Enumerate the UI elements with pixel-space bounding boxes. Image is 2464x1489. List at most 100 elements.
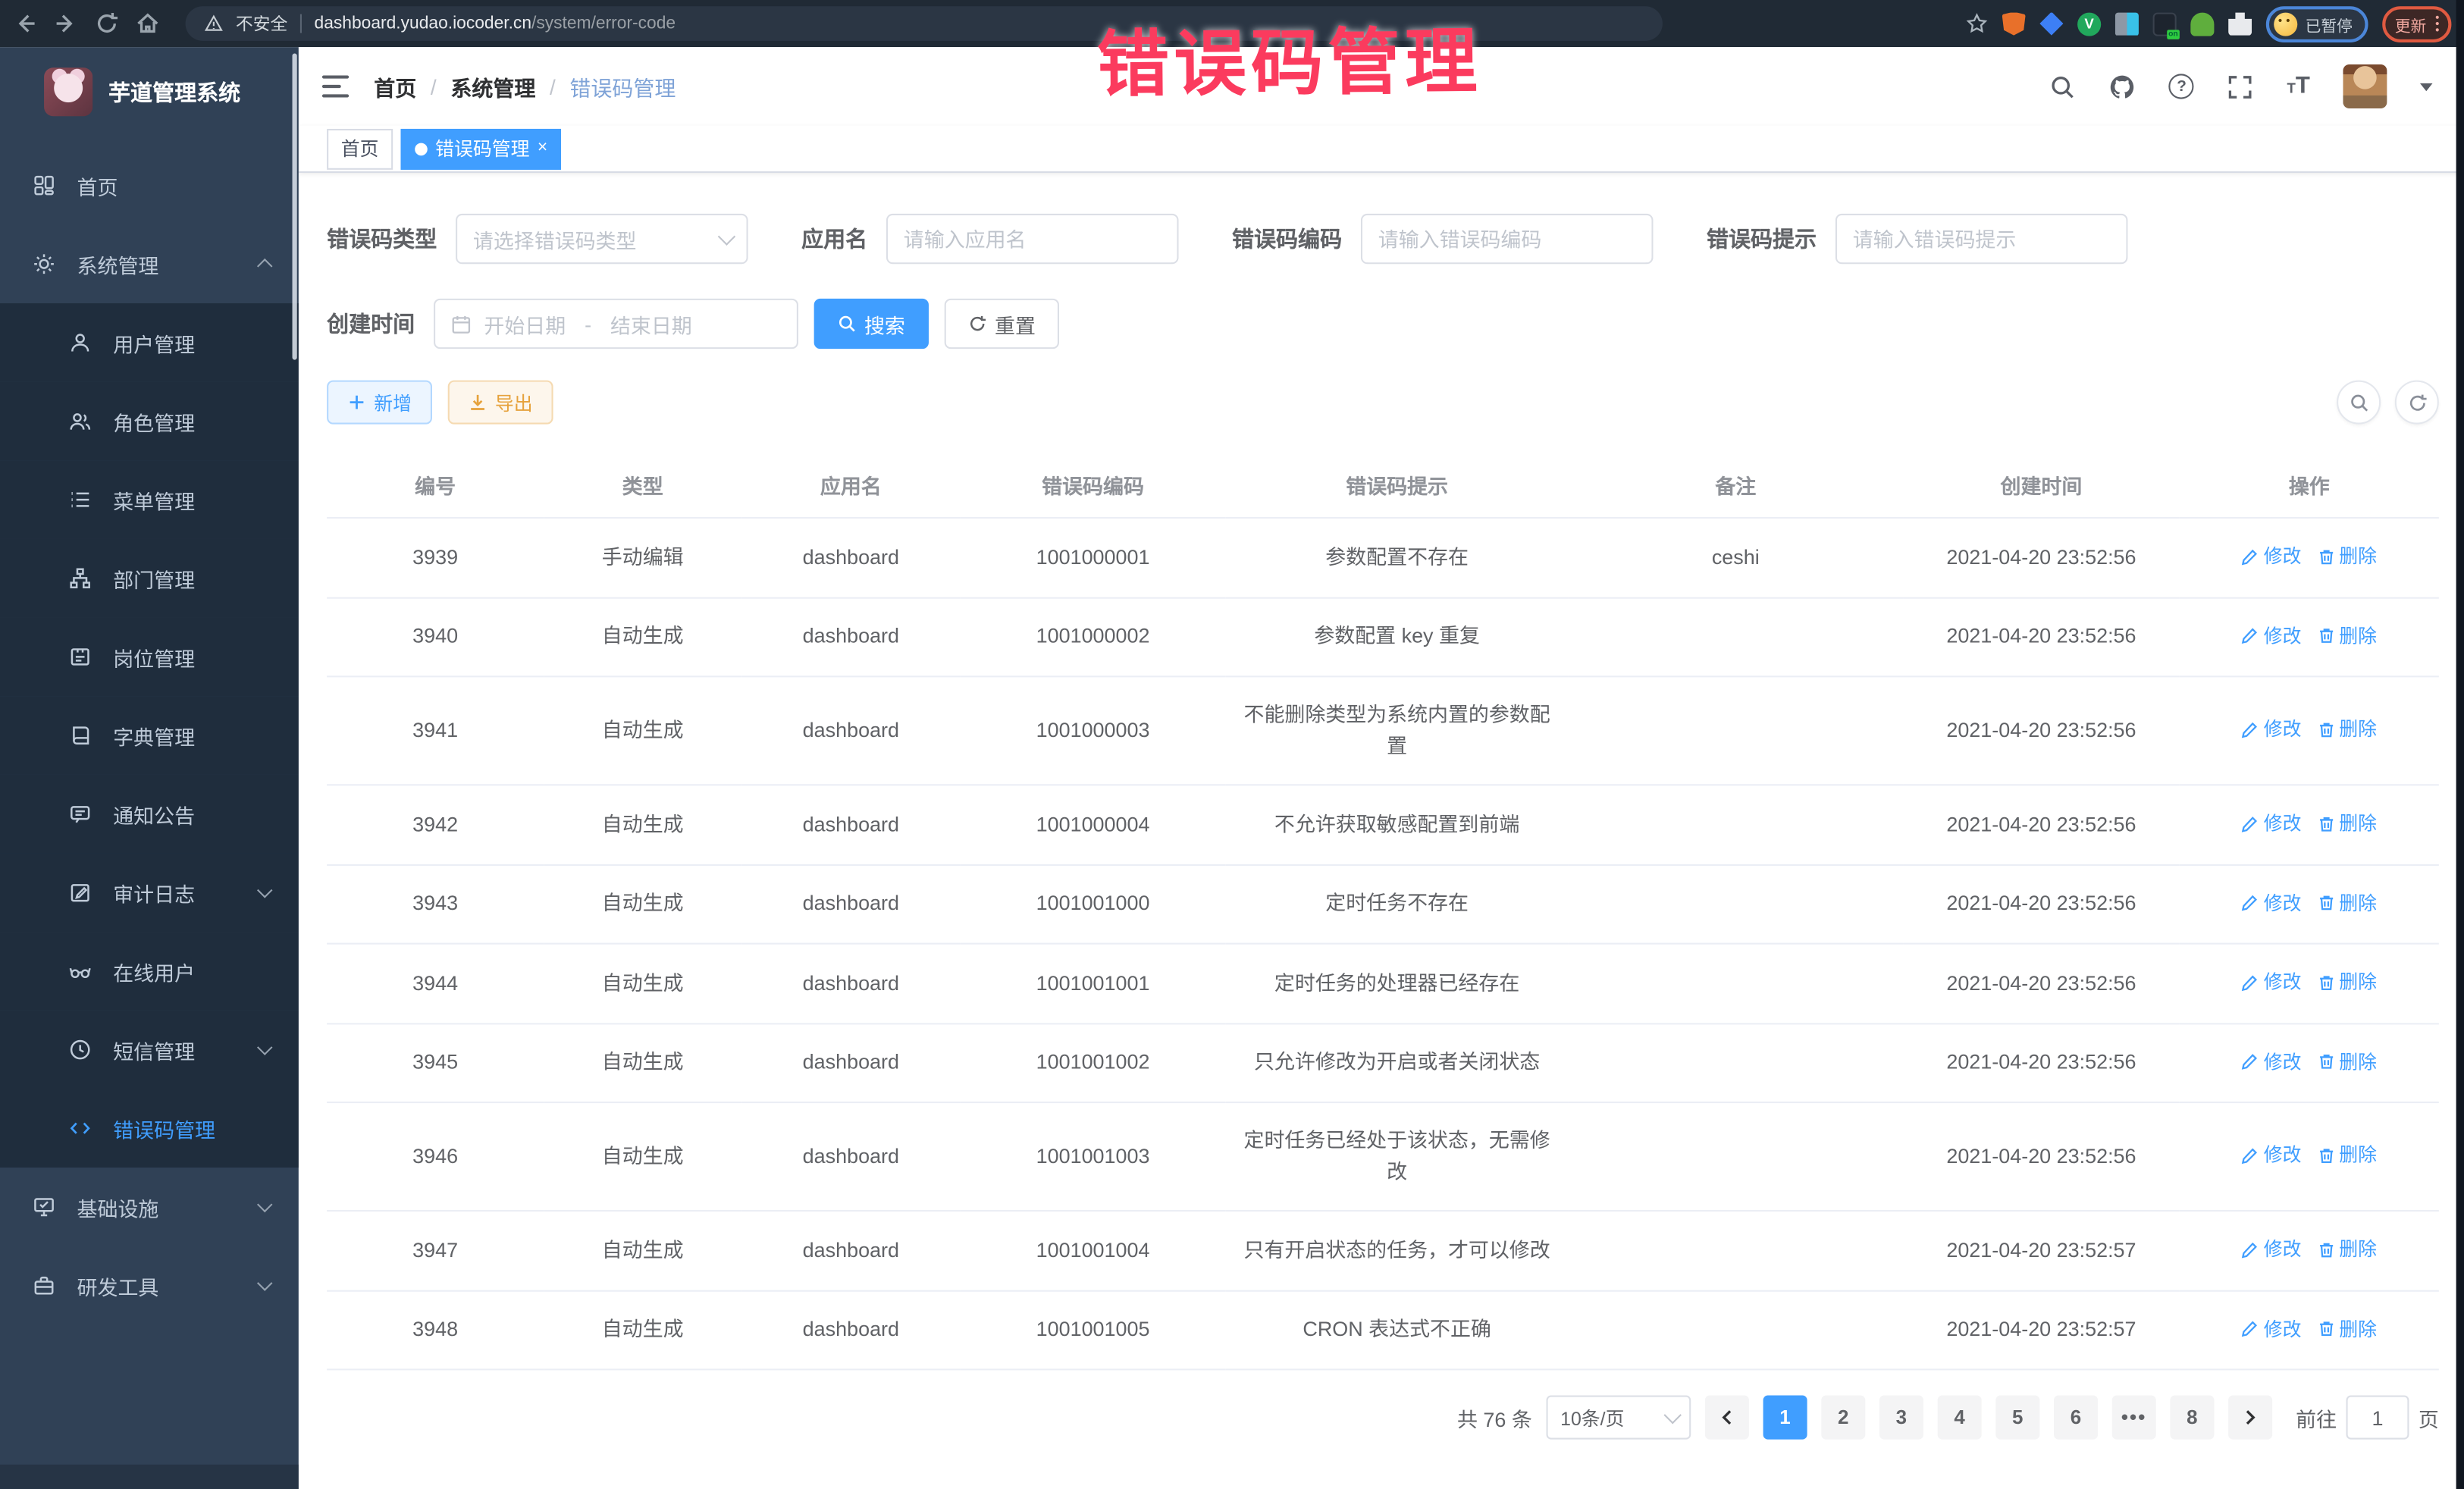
edit-link[interactable]: 修改 [2242,541,2302,572]
page-size-select[interactable]: 10条/页 [1546,1396,1691,1440]
sidebar-item-menu-management[interactable]: 菜单管理 [0,460,299,539]
delete-link[interactable]: 删除 [2317,1045,2377,1077]
page-button-3[interactable]: 3 [1879,1396,1923,1440]
sidebar-item-audit-log[interactable]: 审计日志 [0,853,299,932]
tab-home[interactable]: 首页 [327,128,393,169]
reset-button[interactable]: 重置 [945,299,1059,349]
sidebar-item-infrastructure[interactable]: 基础设施 [0,1168,299,1246]
extension-grid-icon[interactable] [2115,12,2139,36]
avatar-caret-icon[interactable] [2420,83,2433,90]
row-hint: 不能删除类型为系统内置的参数配置 [1226,676,1569,785]
add-button[interactable]: 新增 [327,381,432,425]
forward-icon[interactable] [53,11,78,36]
delete-link[interactable]: 删除 [2317,967,2377,998]
back-icon[interactable] [13,11,38,36]
refresh-table-button[interactable] [2395,381,2439,425]
browser-menu-kebab-icon[interactable] [2436,16,2439,32]
delete-link[interactable]: 删除 [2317,807,2377,839]
more-pages-button[interactable]: ••• [2112,1396,2156,1440]
row-time: 2021-04-20 23:52:56 [1903,1102,2180,1211]
filter-row-2: 创建时间 开始日期 - 结束日期 搜索 重置 [327,299,2439,349]
page-button-4[interactable]: 4 [1938,1396,1982,1440]
delete-link[interactable]: 删除 [2317,1234,2377,1265]
create-time-range-picker[interactable]: 开始日期 - 结束日期 [434,299,798,349]
extension-key-icon[interactable] [2190,12,2214,36]
goto-page-input[interactable] [2346,1396,2409,1440]
page-button-5[interactable]: 5 [1995,1396,2039,1440]
sidebar-item-home[interactable]: 首页 [0,146,299,225]
page-button-8[interactable]: 8 [2170,1396,2214,1440]
edit-link[interactable]: 修改 [2242,1234,2302,1265]
delete-link[interactable]: 删除 [2317,887,2377,918]
edit-link[interactable]: 修改 [2242,620,2302,651]
edit-link[interactable]: 修改 [2242,807,2302,839]
extension-tab-manager-icon[interactable]: on [2153,12,2177,36]
delete-link[interactable]: 删除 [2317,541,2377,572]
address-bar[interactable]: 不安全 dashboard.yudao.iocoder.cn/system/er… [186,6,1663,41]
page-url[interactable]: dashboard.yudao.iocoder.cn/system/error-… [315,14,676,33]
row-remark [1569,785,1903,864]
sidebar-item-dev-tools[interactable]: 研发工具 [0,1246,299,1325]
error-type-select[interactable]: 请选择错误码类型 [456,214,748,264]
extension-shield-icon[interactable] [2002,12,2026,36]
sidebar-item-notice-announcement[interactable]: 通知公告 [0,775,299,854]
toggle-search-button[interactable] [2337,381,2381,425]
sidebar-item-user-management[interactable]: 用户管理 [0,303,299,382]
user-avatar[interactable] [2343,64,2387,108]
edit-link[interactable]: 修改 [2242,1139,2302,1171]
page-button-1[interactable]: 1 [1763,1396,1807,1440]
edit-link[interactable]: 修改 [2242,1313,2302,1344]
page-button-6[interactable]: 6 [2054,1396,2098,1440]
delete-link[interactable]: 删除 [2317,620,2377,651]
chevron-down-icon [718,227,735,245]
extension-vue-devtools-icon[interactable]: V [2077,12,2101,36]
error-code-input[interactable] [1362,215,1651,262]
edit-link[interactable]: 修改 [2242,714,2302,745]
sidebar-item-sms-management[interactable]: 短信管理 [0,1011,299,1089]
bookmark-star-icon[interactable] [1966,13,1988,35]
browser-profile-chip[interactable]: 已暂停 [2266,5,2368,42]
delete-link[interactable]: 删除 [2317,714,2377,745]
tab-close-icon[interactable]: × [538,139,547,157]
dictionary-icon [69,725,91,747]
app-logo-row[interactable]: 芋道管理系统 [0,47,299,136]
next-page-button[interactable] [2228,1396,2272,1440]
sidebar-item-department-management[interactable]: 部门管理 [0,539,299,618]
extension-gem-icon[interactable] [2039,12,2063,36]
row-app: dashboard [741,1023,960,1102]
breadcrumb-home[interactable]: 首页 [374,71,416,102]
prev-page-button[interactable] [1705,1396,1749,1440]
fullscreen-icon[interactable] [2227,73,2254,99]
sidebar-item-role-management[interactable]: 角色管理 [0,382,299,461]
home-icon[interactable] [135,11,160,36]
export-button[interactable]: 导出 [448,381,553,425]
sidebar-item-online-users[interactable]: 在线用户 [0,932,299,1011]
row-actions: 修改删除 [2180,864,2439,944]
breadcrumb-system-management[interactable]: 系统管理 [450,71,535,102]
delete-link[interactable]: 删除 [2317,1313,2377,1344]
edit-link[interactable]: 修改 [2242,1045,2302,1077]
github-icon[interactable] [2109,73,2136,99]
header-search-icon[interactable] [2049,73,2076,99]
sidebar-item-post-management[interactable]: 岗位管理 [0,618,299,697]
page-button-2[interactable]: 2 [1821,1396,1865,1440]
app-name-input[interactable] [888,215,1177,262]
font-size-icon[interactable]: TT [2287,74,2309,99]
reload-icon[interactable] [94,11,119,36]
help-icon[interactable]: ? [2169,74,2194,99]
pencil-icon [2242,547,2259,565]
sidebar-scrollbar-thumb[interactable] [293,53,297,359]
sidebar-item-system-management[interactable]: 系统管理 [0,224,299,303]
hamburger-icon[interactable] [322,75,349,97]
error-hint-input[interactable] [1837,215,2126,262]
sidebar-item-dict-management[interactable]: 字典管理 [0,696,299,775]
search-button[interactable]: 搜索 [814,299,929,349]
tab-error-code-management[interactable]: 错误码管理 × [401,128,562,169]
sidebar-item-error-code-management[interactable]: 错误码管理 [0,1089,299,1168]
browser-update-button[interactable]: 更新 [2382,5,2451,42]
row-id: 3940 [327,597,544,677]
edit-link[interactable]: 修改 [2242,967,2302,998]
delete-link[interactable]: 删除 [2317,1139,2377,1171]
extensions-puzzle-icon[interactable] [2228,12,2252,36]
edit-link[interactable]: 修改 [2242,887,2302,918]
